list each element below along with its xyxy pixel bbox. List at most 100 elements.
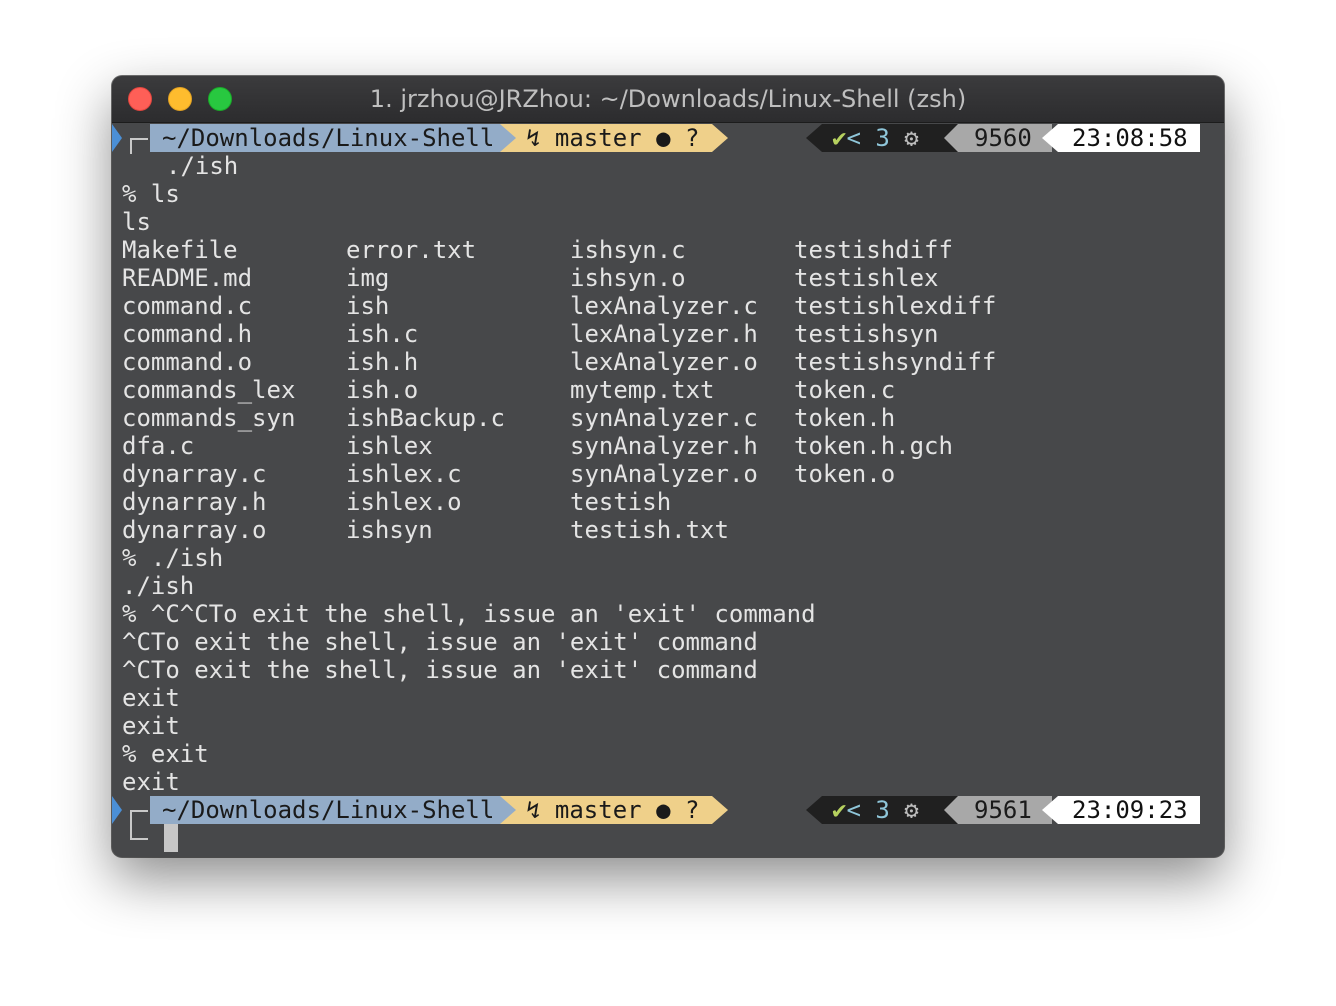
file-entry: README.md [122,264,253,292]
jobs-count: 3 [875,124,890,152]
file-entry: command.h [122,320,253,348]
prompt-dir-segment: ~/Downloads/Linux-Shell [150,124,500,152]
file-entry: ishlex.c [346,460,462,488]
branch-name: master [554,796,642,824]
file-entry: dynarray.c [122,460,267,488]
file-entry: dynarray.h [122,488,267,516]
file-entry: img [346,264,390,292]
segment-arrow-icon [712,124,728,152]
segment-arrow-left-icon [806,124,822,152]
window-title: 1. jrzhou@JRZhou: ~/Downloads/Linux-Shel… [369,85,967,113]
file-entry: ishsyn [346,516,433,544]
prompt-git-segment: ↯ master ● ? [516,796,712,824]
history-number: 9560 [958,124,1052,152]
output-line: % ./ish [122,544,224,572]
file-entry: command.c [122,292,253,320]
jobs-count: 3 [875,796,890,824]
check-icon: ✔ [832,796,847,824]
title-bar[interactable]: 1. jrzhou@JRZhou: ~/Downloads/Linux-Shel… [112,76,1224,123]
prompt-bar-1: ~/Downloads/Linux-Shell ↯ master ● ? ✔< … [112,124,1224,154]
file-entry: ish.h [346,348,419,376]
gear-icon: ⚙ [904,124,919,152]
file-entry: testishsyn [794,320,939,348]
check-icon: ✔ [832,124,847,152]
file-entry: token.c [794,376,896,404]
output-line: exit [122,768,180,796]
prompt-time: 23:08:58 [1058,124,1200,152]
file-entry: error.txt [346,236,477,264]
prompt-marker-icon [112,124,122,152]
branch-name: master [554,124,642,152]
file-entry: testish [570,488,672,516]
prompt-dir-segment: ~/Downloads/Linux-Shell [150,796,500,824]
file-entry: testishlex [794,264,939,292]
output-line: ^CTo exit the shell, issue an 'exit' com… [122,656,758,684]
file-entry: Makefile [122,236,238,264]
file-entry: synAnalyzer.c [570,404,758,432]
terminal-window: 1. jrzhou@JRZhou: ~/Downloads/Linux-Shel… [112,76,1224,857]
file-entry: commands_syn [122,404,296,432]
file-entry: lexAnalyzer.c [570,292,758,320]
branch-icon: ↯ [526,124,541,152]
command-line: ./ish [166,152,239,180]
segment-arrow-icon [500,796,516,824]
history-number: 9561 [958,796,1052,824]
output-line: ^CTo exit the shell, issue an 'exit' com… [122,628,758,656]
prompt-status-segment: ✔< 3 ⚙ [822,124,958,152]
output-line: exit [122,684,180,712]
file-entry: token.h.gch [794,432,953,460]
file-entry: lexAnalyzer.o [570,348,758,376]
prompt-time: 23:09:23 [1058,796,1200,824]
file-entry: token.o [794,460,896,488]
prompt-marker-icon [112,796,122,824]
prompt-bar-2: ~/Downloads/Linux-Shell ↯ master ● ? ✔< … [112,796,1224,826]
terminal-content[interactable]: ~/Downloads/Linux-Shell ↯ master ● ? ✔< … [112,124,1224,857]
output-line: % ^C^CTo exit the shell, issue an 'exit'… [122,600,816,628]
output-line: ls [122,208,151,236]
text-cursor[interactable] [164,824,178,852]
file-entry: synAnalyzer.o [570,460,758,488]
segment-arrow-left-icon [944,796,958,824]
git-status: ● ? [656,124,700,152]
file-entry: dfa.c [122,432,195,460]
file-entry: ishBackup.c [346,404,505,432]
file-entry: commands_lex [122,376,296,404]
prompt-git-segment: ↯ master ● ? [516,124,712,152]
prompt-dir: ~/Downloads/Linux-Shell [162,124,495,152]
segment-arrow-icon [500,124,516,152]
output-line: ./ish [122,572,195,600]
file-entry: command.o [122,348,253,376]
prompt-status-segment: ✔< 3 ⚙ [822,796,958,824]
segment-arrow-left-icon [806,796,822,824]
file-entry: ishlex [346,432,433,460]
segment-arrow-left-icon [944,124,958,152]
file-entry: ish.o [346,376,419,404]
segment-arrow-icon [712,796,728,824]
file-entry: testishsyndiff [794,348,997,376]
ls-output: Makefile README.md command.c command.h c… [122,236,1022,544]
segment-arrow-left-icon [1042,124,1058,152]
file-entry: testishlexdiff [794,292,997,320]
chevron-icon: < [846,124,861,152]
gear-icon: ⚙ [904,796,919,824]
chevron-icon: < [846,796,861,824]
file-entry: synAnalyzer.h [570,432,758,460]
file-entry: dynarray.o [122,516,267,544]
file-entry: ish [346,292,390,320]
file-entry: testishdiff [794,236,953,264]
git-status: ● ? [656,796,700,824]
output-line: exit [122,712,180,740]
file-entry: mytemp.txt [570,376,715,404]
output-line: % ls [122,180,180,208]
branch-icon: ↯ [526,796,541,824]
file-entry: testish.txt [570,516,729,544]
file-entry: ishlex.o [346,488,462,516]
output-line: % exit [122,740,209,768]
file-entry: ish.c [346,320,419,348]
prompt-corner-icon [130,824,148,840]
prompt-dir: ~/Downloads/Linux-Shell [162,796,495,824]
file-entry: ishsyn.o [570,264,686,292]
file-entry: token.h [794,404,896,432]
file-entry: lexAnalyzer.h [570,320,758,348]
file-entry: ishsyn.c [570,236,686,264]
